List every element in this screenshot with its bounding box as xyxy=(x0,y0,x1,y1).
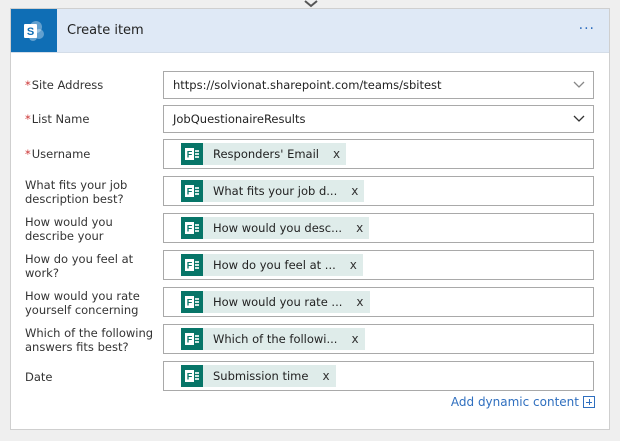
svg-text:F: F xyxy=(187,298,193,308)
site-address-label: *Site Address xyxy=(25,78,104,92)
rate-concerning-label: How would you rate yourself concerning xyxy=(25,289,140,317)
dynamic-token[interactable]: F How do you feel at ... x xyxy=(181,254,363,276)
list-name-label: *List Name xyxy=(25,112,90,126)
forms-icon: F xyxy=(181,254,203,276)
token-label: How would you desc... xyxy=(213,221,343,235)
remove-token-icon[interactable]: x xyxy=(351,332,358,346)
plus-box-icon xyxy=(583,396,595,408)
dynamic-token[interactable]: F Which of the followi... x xyxy=(181,328,365,350)
forms-icon: F xyxy=(181,365,203,387)
svg-text:F: F xyxy=(187,187,193,197)
token-label: Submission time xyxy=(213,369,309,383)
create-item-action-card: S Create item ··· *Site Address https://… xyxy=(10,8,610,430)
svg-text:S: S xyxy=(27,26,34,38)
token-label: Which of the followi... xyxy=(213,332,338,346)
feel-at-work-field[interactable]: F How do you feel at ... x xyxy=(163,250,594,280)
sharepoint-icon: S xyxy=(11,9,57,52)
feel-at-work-label: How do you feel at work? xyxy=(25,252,134,280)
add-dynamic-content-button[interactable]: Add dynamic content xyxy=(451,395,595,409)
remove-token-icon[interactable]: x xyxy=(356,295,363,309)
dynamic-token[interactable]: F Responders' Email x xyxy=(181,143,347,165)
date-field[interactable]: F Submission time x xyxy=(163,361,594,391)
forms-icon: F xyxy=(181,328,203,350)
action-header[interactable]: S Create item ··· xyxy=(11,9,609,53)
job-description-field[interactable]: F What fits your job d... x xyxy=(163,176,594,206)
forms-icon: F xyxy=(181,180,203,202)
connector-arrow-icon xyxy=(304,0,318,8)
svg-text:F: F xyxy=(187,261,193,271)
dynamic-token[interactable]: F How would you desc... x xyxy=(181,217,370,239)
forms-icon: F xyxy=(181,217,203,239)
token-label: Responders' Email xyxy=(213,147,319,161)
dynamic-token[interactable]: F What fits your job d... x xyxy=(181,180,365,202)
svg-text:F: F xyxy=(187,150,193,160)
date-label: Date xyxy=(25,370,53,384)
list-name-dropdown[interactable]: JobQuestionaireResults xyxy=(163,105,594,133)
token-label: How would you rate ... xyxy=(213,295,343,309)
answers-fit-field[interactable]: F Which of the followi... x xyxy=(163,324,594,354)
action-title: Create item xyxy=(67,23,144,38)
remove-token-icon[interactable]: x xyxy=(322,369,329,383)
svg-text:F: F xyxy=(187,372,193,382)
token-label: What fits your job d... xyxy=(213,184,338,198)
more-options-icon[interactable]: ··· xyxy=(579,21,595,37)
svg-text:F: F xyxy=(187,224,193,234)
rate-concerning-field[interactable]: F How would you rate ... x xyxy=(163,287,594,317)
remove-token-icon[interactable]: x xyxy=(333,147,340,161)
remove-token-icon[interactable]: x xyxy=(350,258,357,272)
job-description-label: What fits your job description best? xyxy=(25,178,128,206)
add-dynamic-content-label: Add dynamic content xyxy=(450,395,579,409)
describe-your-label: How would you describe your xyxy=(25,215,113,243)
site-address-value: https://solvionat.sharepoint.com/teams/s… xyxy=(173,78,442,92)
token-label: How do you feel at ... xyxy=(213,258,336,272)
answers-fit-label: Which of the following answers fits best… xyxy=(25,326,154,354)
forms-icon: F xyxy=(181,291,203,313)
list-name-value: JobQuestionaireResults xyxy=(173,112,306,126)
username-label: *Username xyxy=(25,147,91,161)
username-field[interactable]: F Responders' Email x xyxy=(163,139,594,169)
dynamic-token[interactable]: F Submission time x xyxy=(181,365,336,387)
dynamic-token[interactable]: F How would you rate ... x xyxy=(181,291,370,313)
remove-token-icon[interactable]: x xyxy=(356,221,363,235)
chevron-down-icon[interactable] xyxy=(573,114,585,124)
svg-text:F: F xyxy=(187,335,193,345)
forms-icon: F xyxy=(181,143,203,165)
describe-your-field[interactable]: F How would you desc... x xyxy=(163,213,594,243)
chevron-down-icon[interactable] xyxy=(573,80,585,90)
site-address-dropdown[interactable]: https://solvionat.sharepoint.com/teams/s… xyxy=(163,71,594,99)
remove-token-icon[interactable]: x xyxy=(351,184,358,198)
